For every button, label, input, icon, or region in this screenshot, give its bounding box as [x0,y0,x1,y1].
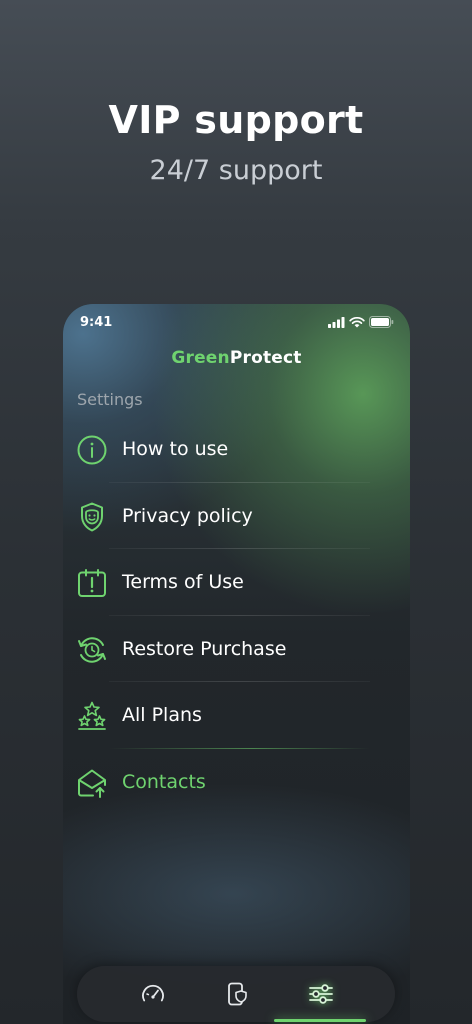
menu-item-label: All Plans [122,704,202,726]
menu-item-label: Privacy policy [122,504,253,527]
status-icons [328,316,394,328]
promo-screen: VIP support 24/7 support 9:41 GreenProte… [0,0,472,1024]
tab-device[interactable] [207,966,267,1022]
wifi-icon [349,316,365,327]
phone-shield-icon [228,982,247,1006]
active-tab-indicator [274,1019,366,1022]
menu-item-all-plans[interactable]: All Plans [63,682,410,749]
speedometer-icon [142,984,164,1002]
menu-item-label: How to use [122,438,229,460]
menu-item-restore-purchase[interactable]: Restore Purchase [63,616,410,682]
tab-speed[interactable] [123,966,183,1022]
menu-item-label: Contacts [122,770,206,793]
shield-face-icon [81,502,103,531]
menu-item-label: Restore Purchase [122,637,287,660]
menu-item-privacy-policy[interactable]: Privacy policy [63,483,410,549]
envelope-upload-icon [78,769,106,798]
phone-mockup: 9:41 GreenProtect Settings How to use Pr… [63,304,410,1024]
menu-item-contacts[interactable]: Contacts [63,749,410,816]
menu-item-terms-of-use[interactable]: Terms of Use [63,549,410,616]
battery-icon [369,316,394,328]
settings-section-label: Settings [77,390,143,409]
calendar-alert-icon [78,569,106,597]
stars-pyramid-icon [78,701,106,730]
brand-logo: GreenProtect [63,348,410,368]
info-circle-icon [77,435,107,465]
sliders-icon [309,984,333,1004]
tab-bar [77,966,395,1022]
restore-clock-icon [78,636,106,663]
promo-title: VIP support [108,98,364,142]
promo-subtitle: 24/7 support [149,155,323,186]
signal-icon [328,316,345,328]
menu-item-label: Terms of Use [122,571,244,593]
brand-green: Green [171,348,230,368]
status-bar: 9:41 [80,314,394,334]
brand-protect: Protect [229,348,302,368]
menu-item-how-to-use[interactable]: How to use [63,416,410,483]
settings-menu: How to use Privacy policy Terms of Use R… [63,416,410,815]
tab-settings[interactable] [291,966,351,1022]
status-time: 9:41 [80,315,113,330]
